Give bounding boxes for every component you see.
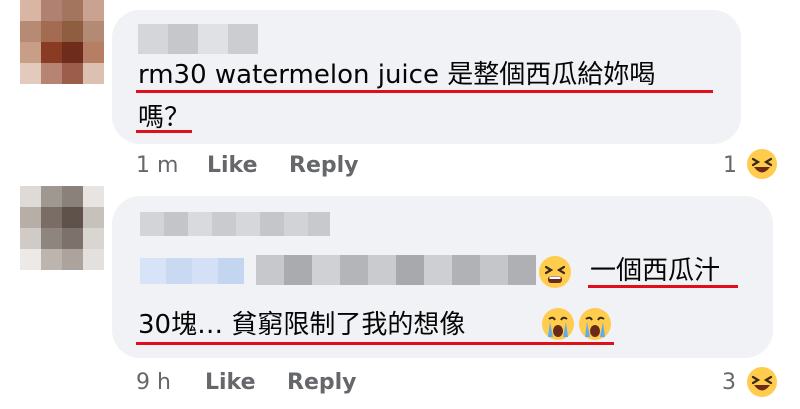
comment-text-line: 30塊… 貧窮限制了我的想像 bbox=[138, 310, 466, 340]
underline bbox=[588, 285, 738, 288]
tired-emoji-icon bbox=[539, 256, 571, 288]
reply-button[interactable]: Reply bbox=[289, 153, 359, 178]
like-button[interactable]: Like bbox=[207, 153, 258, 178]
underline bbox=[136, 130, 192, 133]
mention-text bbox=[256, 255, 536, 285]
comment-text-line: rm30 watermelon juice 是整個西瓜給妳喝 bbox=[138, 60, 656, 90]
like-button[interactable]: Like bbox=[205, 370, 256, 395]
commenter-name[interactable] bbox=[140, 212, 330, 236]
reply-button[interactable]: Reply bbox=[287, 370, 357, 395]
underline bbox=[136, 342, 614, 345]
comment-text-line: 一個西瓜汁 bbox=[590, 256, 721, 286]
comment-time[interactable]: 9 h bbox=[136, 370, 171, 395]
crying-emoji-icon bbox=[542, 308, 574, 340]
crying-emoji-icon bbox=[579, 308, 611, 340]
underline bbox=[136, 90, 713, 93]
commenter-name[interactable] bbox=[138, 24, 258, 54]
comment-text-line: 嗎？ bbox=[138, 103, 191, 133]
reaction-count[interactable]: 1 bbox=[723, 153, 737, 178]
mention-tag[interactable] bbox=[140, 258, 244, 284]
avatar[interactable] bbox=[20, 0, 104, 84]
reaction-count[interactable]: 3 bbox=[722, 370, 736, 395]
comment-time[interactable]: 1 m bbox=[136, 153, 178, 178]
avatar[interactable] bbox=[20, 186, 104, 270]
laughing-emoji-icon[interactable] bbox=[746, 148, 778, 180]
laughing-emoji-icon[interactable] bbox=[746, 366, 778, 398]
